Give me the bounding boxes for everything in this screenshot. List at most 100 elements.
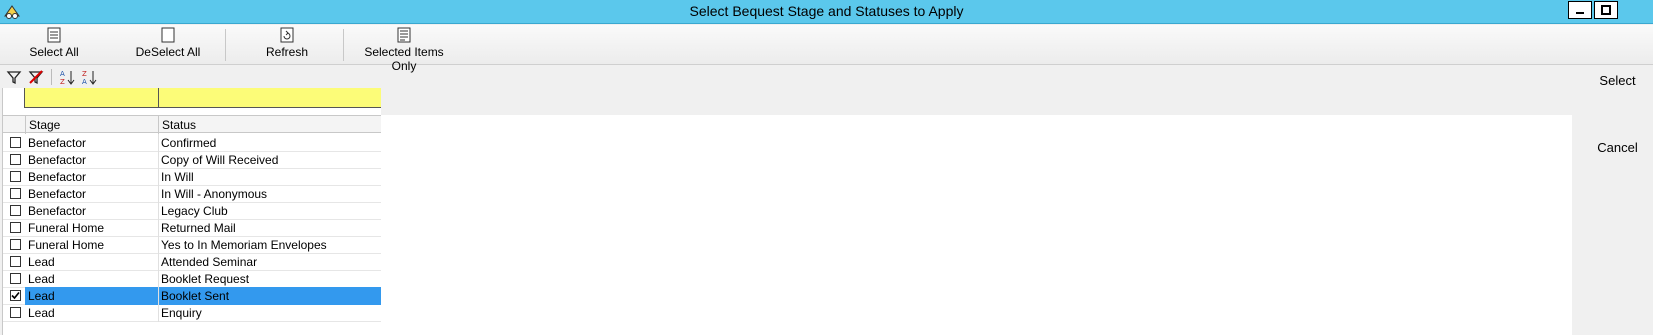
status-cell: Returned Mail — [161, 221, 236, 235]
table-row[interactable]: Lead Booklet Request — [3, 270, 381, 288]
empty-area — [381, 115, 1572, 335]
row-divider — [158, 185, 159, 203]
table-row[interactable]: Lead Booklet Sent — [3, 287, 381, 305]
stage-status-grid: Stage Status Benefactor Confirmed Benefact… — [2, 88, 381, 335]
svg-text:Z: Z — [82, 70, 87, 78]
select-button-label: Select — [1599, 73, 1636, 88]
status-filter-cell[interactable] — [159, 88, 381, 108]
stage-cell: Lead — [28, 272, 55, 286]
row-divider — [158, 151, 159, 169]
status-cell: In Will — [161, 170, 194, 184]
column-header-stage[interactable]: Stage — [29, 118, 60, 132]
stage-cell: Lead — [28, 255, 55, 269]
refresh-label: Refresh — [265, 45, 309, 59]
table-row[interactable]: Benefactor Legacy Club — [3, 202, 381, 220]
row-checkbox[interactable] — [10, 307, 21, 318]
checkmark-icon — [11, 291, 20, 300]
deselect-all-button[interactable]: DeSelect All — [133, 27, 203, 63]
status-cell: Legacy Club — [161, 204, 228, 218]
toolbar-separator — [343, 29, 344, 61]
row-divider — [158, 236, 159, 254]
refresh-icon — [280, 27, 294, 43]
row-divider — [158, 253, 159, 271]
grid-header: Stage Status — [3, 115, 381, 134]
stage-cell: Lead — [28, 289, 55, 303]
row-divider — [158, 202, 159, 220]
cancel-button-label: Cancel — [1597, 140, 1638, 155]
select-all-icon — [47, 27, 61, 43]
table-row[interactable]: Benefactor In Will — [3, 168, 381, 186]
row-divider — [158, 287, 159, 305]
stage-filter-cell[interactable] — [26, 88, 158, 108]
table-row[interactable]: Funeral Home Yes to In Memoriam Envelopes — [3, 236, 381, 254]
status-cell: Copy of Will Received — [161, 153, 279, 167]
deselect-all-icon — [161, 27, 175, 43]
row-checkbox[interactable] — [10, 188, 21, 199]
table-row[interactable]: Benefactor In Will - Anonymous — [3, 185, 381, 203]
title-bar: Select Bequest Stage and Statuses to App… — [0, 0, 1653, 24]
select-button[interactable]: Select — [1582, 70, 1653, 92]
row-checkbox[interactable] — [10, 205, 21, 216]
table-row[interactable]: Lead Enquiry — [3, 304, 381, 322]
row-checkbox[interactable] — [10, 239, 21, 250]
select-all-label: Select All — [29, 45, 79, 59]
filter-separator — [51, 69, 52, 85]
table-row[interactable]: Benefactor Copy of Will Received — [3, 151, 381, 169]
row-checkbox[interactable] — [10, 154, 21, 165]
table-row[interactable]: Funeral Home Returned Mail — [3, 219, 381, 237]
status-cell: Yes to In Memoriam Envelopes — [161, 238, 327, 252]
toolbar: Select All DeSelect All Refresh Selected… — [0, 25, 1653, 73]
maximize-button[interactable] — [1594, 1, 1618, 19]
row-divider — [158, 304, 159, 322]
toolbar-separator — [225, 29, 226, 61]
table-row[interactable]: Lead Attended Seminar — [3, 253, 381, 271]
stage-cell: Benefactor — [28, 170, 87, 184]
maximize-icon — [1601, 5, 1611, 15]
table-row[interactable]: Benefactor Confirmed — [3, 134, 381, 152]
status-cell: Attended Seminar — [161, 255, 258, 269]
svg-text:A: A — [82, 78, 87, 85]
selected-items-icon — [397, 27, 411, 43]
svg-text:Z: Z — [60, 78, 65, 85]
filter-row-selector — [3, 88, 25, 108]
sort-ascending-icon[interactable]: AZ — [59, 69, 75, 85]
cancel-button[interactable]: Cancel — [1582, 137, 1653, 159]
stage-cell: Benefactor — [28, 204, 87, 218]
grid-filter-row — [3, 88, 381, 108]
status-cell: In Will - Anonymous — [161, 187, 268, 201]
row-checkbox[interactable] — [10, 256, 21, 267]
status-cell: Enquiry — [161, 306, 202, 320]
stage-cell: Lead — [28, 306, 55, 320]
window-title: Select Bequest Stage and Statuses to App… — [689, 3, 964, 19]
row-checkbox[interactable] — [10, 222, 21, 233]
filter-sort-bar: AZ ZA — [0, 66, 380, 88]
selected-items-only-button[interactable]: Selected Items Only — [352, 27, 456, 73]
stage-cell: Benefactor — [28, 136, 87, 150]
stage-cell: Funeral Home — [28, 221, 105, 235]
row-checkbox[interactable] — [10, 171, 21, 182]
minimize-button[interactable] — [1568, 1, 1592, 19]
row-divider — [158, 168, 159, 186]
column-header-status[interactable]: Status — [162, 118, 196, 132]
status-cell: Confirmed — [161, 136, 217, 150]
header-divider — [158, 116, 159, 134]
deselect-all-label: DeSelect All — [135, 45, 201, 59]
row-checkbox[interactable] — [10, 290, 21, 301]
stage-cell: Benefactor — [28, 187, 87, 201]
status-cell: Booklet Sent — [161, 289, 230, 303]
status-cell: Booklet Request — [161, 272, 250, 286]
row-divider — [158, 134, 159, 152]
svg-text:A: A — [60, 70, 65, 78]
stage-cell: Funeral Home — [28, 238, 105, 252]
header-divider — [25, 116, 26, 134]
action-panel: Select Cancel — [1572, 65, 1653, 335]
select-all-button[interactable]: Select All — [26, 27, 82, 63]
row-divider — [158, 270, 159, 288]
row-checkbox[interactable] — [10, 273, 21, 284]
sort-descending-icon[interactable]: ZA — [81, 69, 97, 85]
filter-icon[interactable] — [6, 69, 22, 85]
refresh-button[interactable]: Refresh — [264, 27, 310, 63]
clear-filter-icon[interactable] — [28, 69, 44, 85]
stage-cell: Benefactor — [28, 153, 87, 167]
row-checkbox[interactable] — [10, 137, 21, 148]
